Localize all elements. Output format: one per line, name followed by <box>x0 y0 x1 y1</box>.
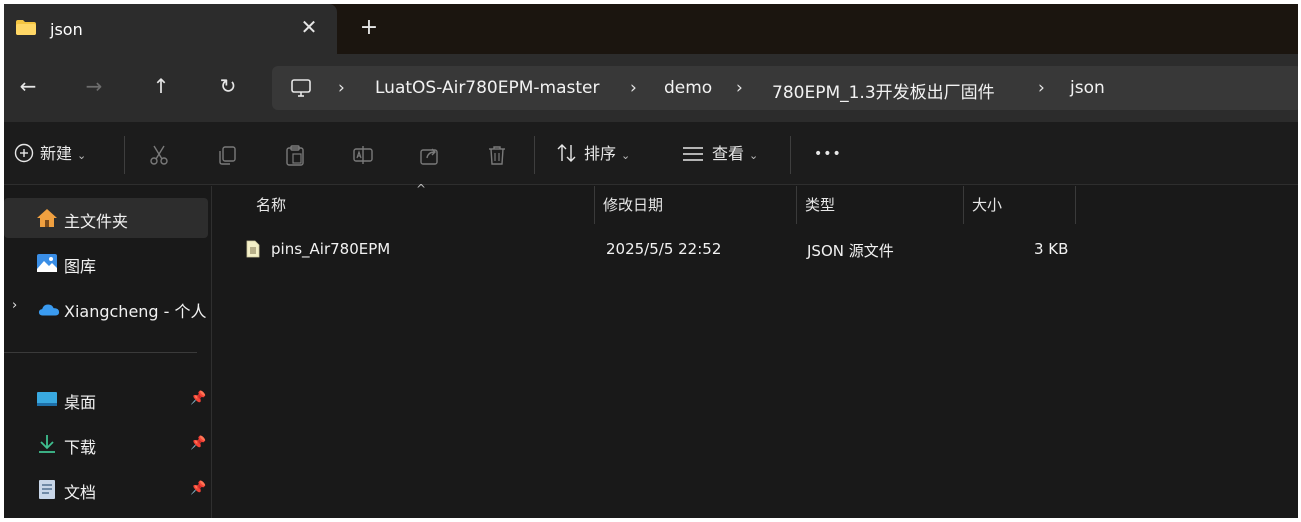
sort-icon <box>557 144 576 162</box>
sidebar-item-onedrive[interactable]: › Xiangcheng - 个人 <box>4 288 208 328</box>
navigation-pane: 主文件夹 图库 › Xiangcheng - 个人 桌面 📌 下载 📌 文档 📌 <box>4 186 212 518</box>
paste-icon[interactable] <box>284 144 306 166</box>
sidebar-divider <box>4 352 197 353</box>
documents-icon <box>39 480 55 499</box>
file-name: pins_Air780EPM <box>271 240 391 258</box>
sidebar-item-label: 下载 <box>64 438 97 457</box>
title-bar: json ✕ + <box>4 4 1298 54</box>
file-size: 3 KB <box>1034 240 1069 258</box>
share-icon[interactable] <box>419 144 441 166</box>
sidebar-item-label: Xiangcheng - 个人 <box>64 302 207 321</box>
pin-icon[interactable]: 📌 <box>190 481 206 496</box>
toolbar-divider <box>534 136 535 174</box>
toolbar-divider <box>124 136 125 174</box>
tab-title: json <box>50 20 83 39</box>
sidebar-item-desktop[interactable]: 桌面 📌 <box>4 379 208 419</box>
column-header-name[interactable]: 名称 <box>248 186 593 224</box>
close-tab-icon[interactable]: ✕ <box>299 16 319 38</box>
breadcrumb-separator[interactable]: › <box>338 78 345 98</box>
refresh-icon[interactable]: ↻ <box>216 74 240 98</box>
delete-icon[interactable] <box>486 144 508 166</box>
file-explorer-window: json ✕ + ← → ↑ ↻ › LuatOS-Air780EPM-mast… <box>4 4 1298 518</box>
breadcrumb-luatos[interactable]: LuatOS-Air780EPM-master <box>375 78 600 98</box>
back-icon[interactable]: ← <box>16 74 40 98</box>
breadcrumb-json[interactable]: json <box>1070 78 1105 98</box>
file-modified-date: 2025/5/5 22:52 <box>606 240 722 258</box>
file-type: JSON 源文件 <box>807 242 894 260</box>
sidebar-item-home[interactable]: 主文件夹 <box>4 198 208 238</box>
home-icon <box>37 209 57 227</box>
navigation-bar: ← → ↑ ↻ › LuatOS-Air780EPM-master › demo… <box>4 54 1298 122</box>
onedrive-cloud-icon <box>38 304 60 316</box>
sidebar-item-label: 桌面 <box>64 393 97 412</box>
file-list: ^ 名称 修改日期 类型 大小 pins_Air780EPM 2025/5/5 … <box>213 182 1298 518</box>
breadcrumb-firmware[interactable]: 780EPM_1.3开发板出厂固件 <box>772 78 995 103</box>
column-header-type[interactable]: 类型 <box>797 186 962 224</box>
chevron-down-icon: ⌄ <box>621 149 631 162</box>
breadcrumb-separator[interactable]: › <box>630 78 637 98</box>
new-tab-icon[interactable]: + <box>359 17 379 39</box>
chevron-down-icon: ⌄ <box>77 149 87 162</box>
sidebar-item-label: 图库 <box>64 257 97 276</box>
pin-icon[interactable]: 📌 <box>190 391 206 406</box>
chevron-right-icon[interactable]: › <box>12 298 17 313</box>
sidebar-item-gallery[interactable]: 图库 <box>4 243 208 283</box>
desktop-icon <box>37 392 57 406</box>
sort-button[interactable]: 排序 ⌄ <box>556 142 630 166</box>
breadcrumb-separator[interactable]: › <box>1038 78 1045 98</box>
json-file-icon <box>246 240 260 258</box>
view-button[interactable]: 查看 ⌄ <box>682 142 758 166</box>
view-list-icon <box>683 147 703 161</box>
address-bar[interactable]: › LuatOS-Air780EPM-master › demo › 780EP… <box>272 66 1298 110</box>
sidebar-item-label: 文档 <box>64 483 97 502</box>
forward-icon[interactable]: → <box>82 74 106 98</box>
sidebar-item-downloads[interactable]: 下载 📌 <box>4 424 208 464</box>
more-options-button[interactable]: ••• <box>814 142 842 166</box>
sidebar-item-documents[interactable]: 文档 📌 <box>4 469 208 509</box>
column-divider[interactable] <box>1075 186 1076 224</box>
breadcrumb-demo[interactable]: demo <box>664 78 712 98</box>
table-row[interactable]: pins_Air780EPM 2025/5/5 22:52 JSON 源文件 3… <box>213 232 1083 266</box>
tab-json[interactable]: json ✕ <box>4 4 337 54</box>
this-pc-icon[interactable] <box>290 77 312 99</box>
view-label: 查看 <box>712 144 745 163</box>
new-button[interactable]: 新建 ⌄ <box>14 142 86 166</box>
chevron-down-icon: ⌄ <box>749 149 759 162</box>
up-icon[interactable]: ↑ <box>149 74 173 98</box>
download-icon <box>39 435 55 453</box>
plus-circle-icon <box>14 143 34 163</box>
rename-icon[interactable] <box>352 144 374 166</box>
column-header-modified[interactable]: 修改日期 <box>595 186 795 224</box>
sidebar-item-label: 主文件夹 <box>64 212 129 231</box>
command-bar: 新建 ⌄ 排序 ⌄ 查看 ⌄ ••• <box>4 122 1298 185</box>
pin-icon[interactable]: 📌 <box>190 436 206 451</box>
toolbar-divider <box>790 136 791 174</box>
copy-icon[interactable] <box>216 144 238 166</box>
sort-label: 排序 <box>584 144 617 163</box>
folder-icon <box>16 20 36 35</box>
cut-icon[interactable] <box>148 144 170 166</box>
new-label: 新建 <box>40 144 73 163</box>
breadcrumb-separator[interactable]: › <box>736 78 743 98</box>
column-header-size[interactable]: 大小 <box>964 186 1074 224</box>
gallery-icon <box>37 254 57 272</box>
